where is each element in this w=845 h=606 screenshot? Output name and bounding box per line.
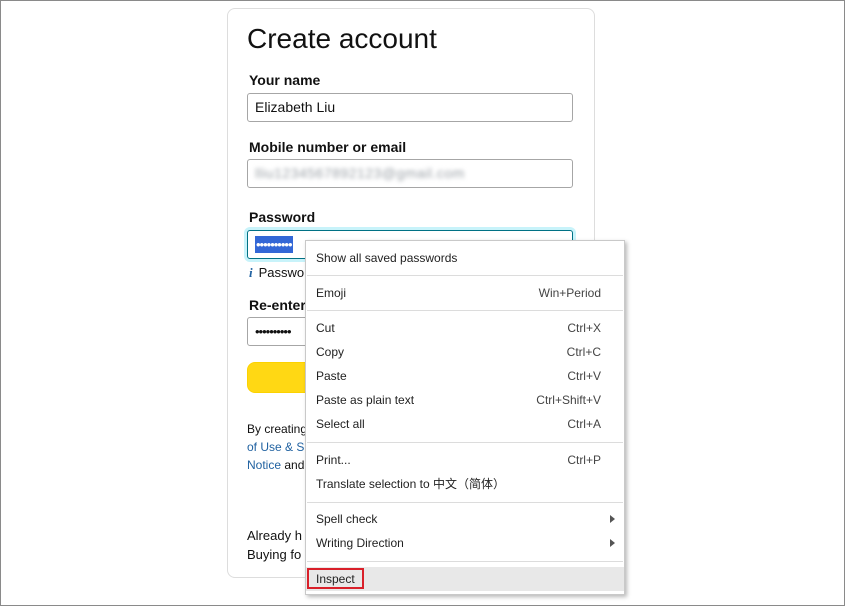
menu-item-emoji[interactable]: Emoji Win+Period	[306, 281, 624, 305]
menu-item-spell-check[interactable]: Spell check	[306, 507, 624, 531]
menu-item-shortcut: Ctrl+V	[567, 369, 601, 383]
reenter-label: Re-enter	[249, 297, 306, 313]
contact-input[interactable]: lliu1234567892123@gmail.com	[247, 159, 573, 188]
menu-item-translate-selection[interactable]: Translate selection to 中文（简体）	[306, 472, 624, 496]
context-menu: Show all saved passwords Emoji Win+Perio…	[305, 240, 625, 595]
password-hint: i Passwo	[249, 265, 304, 281]
contact-input-value: lliu1234567892123@gmail.com	[255, 165, 465, 181]
info-icon: i	[249, 265, 253, 280]
menu-item-shortcut: Ctrl+X	[567, 321, 601, 335]
menu-item-label: Translate selection to 中文（简体）	[316, 477, 505, 491]
menu-item-shortcut: Ctrl+Shift+V	[536, 393, 601, 407]
menu-item-shortcut: Ctrl+A	[567, 417, 601, 431]
menu-item-copy[interactable]: Copy Ctrl+C	[306, 340, 624, 364]
menu-item-label: Cut	[316, 321, 335, 335]
password-label: Password	[249, 209, 316, 225]
menu-item-label: Emoji	[316, 286, 347, 300]
submenu-arrow-icon	[610, 515, 615, 523]
already-have-account-text: Already h	[247, 528, 302, 543]
password-input-value: ••••••••••	[255, 236, 293, 253]
contact-label: Mobile number or email	[249, 139, 407, 155]
submenu-arrow-icon	[610, 539, 615, 547]
menu-separator	[307, 442, 623, 443]
menu-item-label: Writing Direction	[316, 536, 404, 550]
menu-item-print[interactable]: Print... Ctrl+P	[306, 448, 624, 472]
menu-item-label: Inspect	[316, 572, 355, 586]
reenter-input-value: ••••••••••	[255, 324, 292, 339]
menu-separator	[307, 502, 623, 503]
menu-separator	[307, 310, 623, 311]
menu-item-paste-plain-text[interactable]: Paste as plain text Ctrl+Shift+V	[306, 388, 624, 412]
menu-item-label: Spell check	[316, 512, 378, 526]
legal-line-3-rest: and	[281, 458, 305, 472]
password-hint-text: Passwo	[258, 265, 305, 280]
menu-item-inspect[interactable]: Inspect	[306, 567, 624, 591]
menu-item-paste[interactable]: Paste Ctrl+V	[306, 364, 624, 388]
name-input-value: Elizabeth Liu	[255, 99, 336, 115]
menu-item-label: Select all	[316, 417, 365, 431]
menu-item-label: Show all saved passwords	[316, 251, 458, 265]
name-input[interactable]: Elizabeth Liu	[247, 93, 573, 122]
bottom-text: Already h Buying fo	[247, 526, 302, 564]
menu-separator	[307, 275, 623, 276]
menu-item-label: Paste as plain text	[316, 393, 415, 407]
menu-separator	[307, 561, 623, 562]
menu-item-select-all[interactable]: Select all Ctrl+A	[306, 412, 624, 436]
menu-item-label: Paste	[316, 369, 347, 383]
menu-item-writing-direction[interactable]: Writing Direction	[306, 531, 624, 555]
menu-item-show-saved-passwords[interactable]: Show all saved passwords	[306, 246, 624, 270]
menu-item-shortcut: Ctrl+C	[566, 345, 601, 359]
page-title: Create account	[247, 23, 437, 54]
menu-item-shortcut: Win+Period	[538, 286, 601, 300]
menu-item-label: Print...	[316, 453, 351, 467]
name-label: Your name	[249, 72, 321, 88]
menu-item-cut[interactable]: Cut Ctrl+X	[306, 316, 624, 340]
buying-for-work-text: Buying fo	[247, 547, 302, 562]
menu-item-shortcut: Ctrl+P	[567, 453, 601, 467]
menu-item-label: Copy	[316, 345, 345, 359]
privacy-notice-link[interactable]: Notice	[247, 458, 281, 472]
